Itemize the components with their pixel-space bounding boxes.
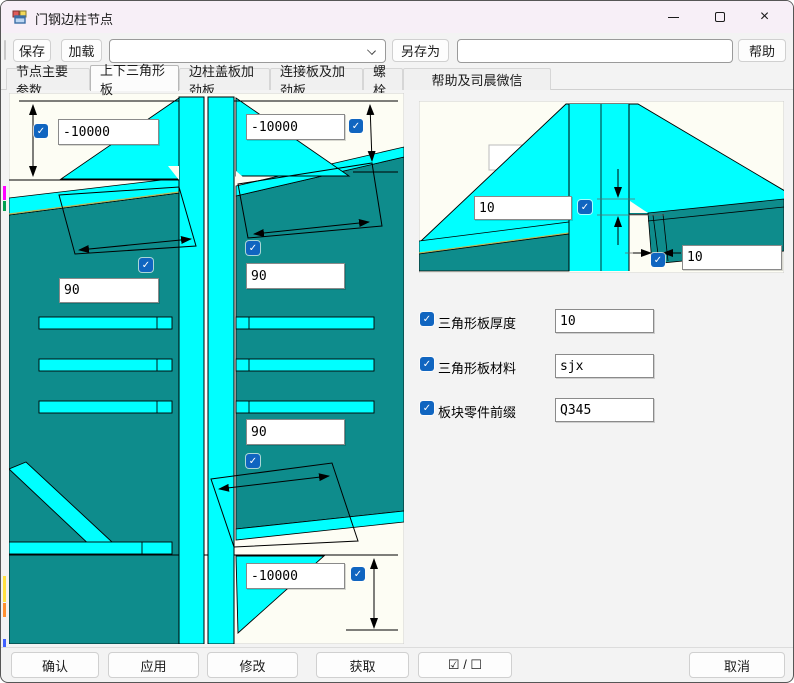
- column: [568, 104, 630, 271]
- cancel-button[interactable]: 取消: [689, 652, 785, 678]
- toolbar-grip: [4, 40, 6, 60]
- check-icon: ✓: [141, 259, 151, 271]
- close-icon: ×: [759, 8, 770, 25]
- filename-input[interactable]: [457, 39, 733, 63]
- dim-bottom-field[interactable]: [246, 563, 345, 589]
- help-button[interactable]: 帮助: [738, 39, 786, 62]
- check-icon: ✓: [248, 455, 258, 467]
- check-icon: ✓: [248, 242, 258, 254]
- check-icon: ✓: [580, 201, 590, 213]
- tab-help-wechat[interactable]: 帮助及司晨微信: [403, 68, 551, 90]
- modify-button[interactable]: 修改: [207, 652, 298, 678]
- dim-mid-left-checkbox[interactable]: ✓: [139, 258, 153, 272]
- maximize-button[interactable]: [697, 1, 742, 33]
- tab-upper-lower-triangle-plates[interactable]: 上下三角形板: [90, 63, 179, 97]
- save-button[interactable]: 保存: [13, 39, 51, 62]
- plate-material-label: 三角形板材料: [438, 361, 517, 376]
- check-icon: ✓: [353, 568, 363, 580]
- check-icon: ✓: [422, 313, 432, 325]
- tab-connection-stiffener[interactable]: 连接板及加劲板: [270, 64, 363, 98]
- dim-top-left-field[interactable]: [58, 119, 159, 145]
- confirm-button[interactable]: 确认: [11, 652, 99, 678]
- tab-column-cover-stiffener[interactable]: 边柱盖板加劲板: [179, 64, 270, 98]
- check-icon: ✓: [653, 254, 663, 266]
- check-icon: ✓: [422, 358, 432, 370]
- fetch-button[interactable]: 获取: [316, 652, 409, 678]
- dim-lower-right-checkbox[interactable]: ✓: [246, 454, 260, 468]
- minimize-button[interactable]: [651, 1, 696, 33]
- window-title: 门钢边柱节点: [35, 12, 114, 27]
- thickness-bottom-field[interactable]: [682, 245, 782, 270]
- node-elevation-drawing: [9, 93, 404, 644]
- part-prefix-label: 板块零件前缀: [438, 405, 517, 420]
- dim-bottom-checkbox[interactable]: ✓: [351, 567, 365, 581]
- part-prefix-field[interactable]: [555, 398, 654, 422]
- app-icon: [12, 10, 27, 24]
- chevron-down-icon: [367, 46, 376, 55]
- dim-top-left-checkbox[interactable]: ✓: [34, 124, 48, 138]
- minimize-icon: [668, 16, 679, 18]
- dim-mid-right-field[interactable]: [246, 263, 345, 289]
- toggle-all-checkboxes-button[interactable]: ☑ / ☐: [418, 652, 512, 678]
- dim-mid-right-checkbox[interactable]: ✓: [246, 241, 260, 255]
- dim-top-right-checkbox[interactable]: ✓: [349, 119, 363, 133]
- bottom-flange-plate: [9, 541, 173, 555]
- title-bar: 门钢边柱节点 ×: [1, 1, 793, 33]
- plate-thickness-field[interactable]: [555, 309, 654, 333]
- tab-bolts[interactable]: 螺栓: [363, 64, 403, 98]
- dim-top-right-field[interactable]: [246, 114, 345, 140]
- plate-thickness-label: 三角形板厚度: [438, 316, 517, 331]
- apply-button[interactable]: 应用: [108, 652, 199, 678]
- tab-node-main-params[interactable]: 节点主要参数: [6, 64, 90, 98]
- plate-material-field[interactable]: [555, 354, 654, 378]
- dim-mid-left-field[interactable]: [59, 278, 159, 303]
- plate-material-checkbox[interactable]: ✓: [420, 357, 434, 371]
- dim-lower-right-field[interactable]: [246, 419, 345, 445]
- load-button[interactable]: 加载: [61, 39, 102, 62]
- thickness-top-checkbox[interactable]: ✓: [578, 200, 592, 214]
- check-icon: ✓: [351, 120, 361, 132]
- maximize-icon: [714, 12, 725, 22]
- save-as-button[interactable]: 另存为: [392, 39, 449, 62]
- dialog-window: 门钢边柱节点 × 保存 加载 另存为 帮助 节点主要参数 上下三角形板 边柱盖板…: [0, 0, 794, 683]
- close-button[interactable]: ×: [742, 1, 787, 33]
- footer-separator: [1, 647, 793, 648]
- thickness-top-field[interactable]: [474, 196, 572, 220]
- tab-strip: 节点主要参数 上下三角形板 边柱盖板加劲板 连接板及加劲板 螺栓 帮助及司晨微信: [1, 63, 793, 98]
- plate-thickness-checkbox[interactable]: ✓: [420, 312, 434, 326]
- part-prefix-checkbox[interactable]: ✓: [420, 401, 434, 415]
- thickness-bottom-checkbox[interactable]: ✓: [651, 253, 665, 267]
- check-icon: ✓: [36, 125, 46, 137]
- check-icon: ✓: [422, 402, 432, 414]
